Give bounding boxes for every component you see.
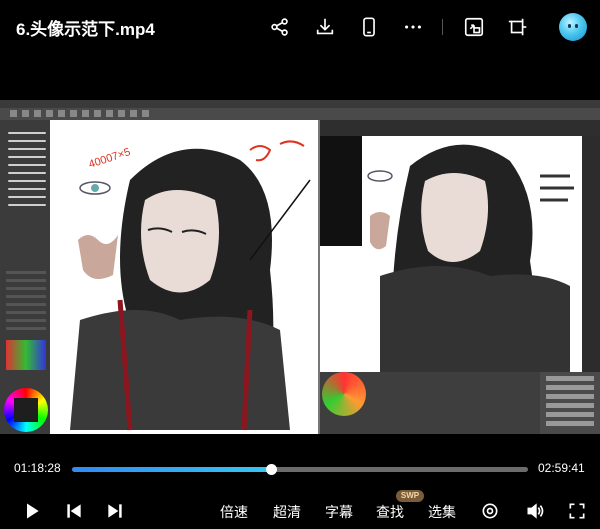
toolbar-divider — [442, 19, 443, 35]
color-wheel-icon[interactable] — [4, 388, 48, 432]
player-controls: 01:18:28 02:59:41 倍速 超清 字幕 SWP 查找 选集 — [0, 440, 600, 529]
sketch-note: 40007×5 — [87, 146, 132, 171]
color-wheel-secondary-icon[interactable] — [322, 372, 366, 416]
skip-previous-icon — [67, 504, 81, 518]
progress-knob[interactable] — [266, 464, 278, 475]
total-time: 02:59:41 — [538, 461, 585, 475]
svip-badge: SWP — [396, 490, 424, 502]
secondary-header — [320, 120, 600, 136]
crop-window-icon[interactable] — [505, 14, 531, 40]
brush-panel — [0, 120, 50, 434]
more-icon[interactable] — [400, 14, 426, 40]
top-bar: 6.头像示范下.mp4 — [0, 0, 600, 54]
screen-cast-icon[interactable] — [461, 14, 487, 40]
progress-fill — [72, 467, 272, 472]
canvas-main[interactable]: 40007×5 — [50, 120, 318, 434]
volume-icon — [527, 503, 544, 519]
avatar[interactable] — [559, 13, 587, 41]
video-frame[interactable]: 40007×5 — [0, 100, 600, 434]
volume-button[interactable] — [524, 500, 546, 522]
video-title: 6.头像示范下.mp4 — [16, 20, 155, 39]
quality-button[interactable]: 超清 — [273, 502, 301, 522]
progress-track[interactable] — [72, 467, 528, 472]
play-button[interactable] — [21, 500, 43, 522]
previous-button[interactable] — [63, 500, 85, 522]
app-toolbar — [0, 108, 600, 120]
settings-button[interactable] — [479, 500, 501, 522]
subtitle-button[interactable]: 字幕 — [325, 502, 353, 522]
layers-list — [540, 372, 600, 434]
current-time: 01:18:28 — [14, 461, 61, 475]
phone-icon[interactable] — [356, 14, 382, 40]
settings-ring-icon — [482, 503, 498, 519]
fullscreen-button[interactable] — [566, 500, 588, 522]
fullscreen-icon — [569, 503, 585, 519]
download-icon[interactable] — [312, 14, 338, 40]
episodes-button[interactable]: 选集 — [428, 502, 456, 522]
canvas-reference[interactable] — [320, 136, 582, 372]
speed-button[interactable]: 倍速 — [220, 502, 248, 522]
next-button[interactable] — [104, 500, 126, 522]
share-icon[interactable] — [267, 14, 293, 40]
play-icon — [27, 503, 39, 519]
skip-next-icon — [108, 504, 122, 518]
app-menubar — [0, 100, 600, 108]
search-button[interactable]: 查找 — [376, 502, 404, 522]
